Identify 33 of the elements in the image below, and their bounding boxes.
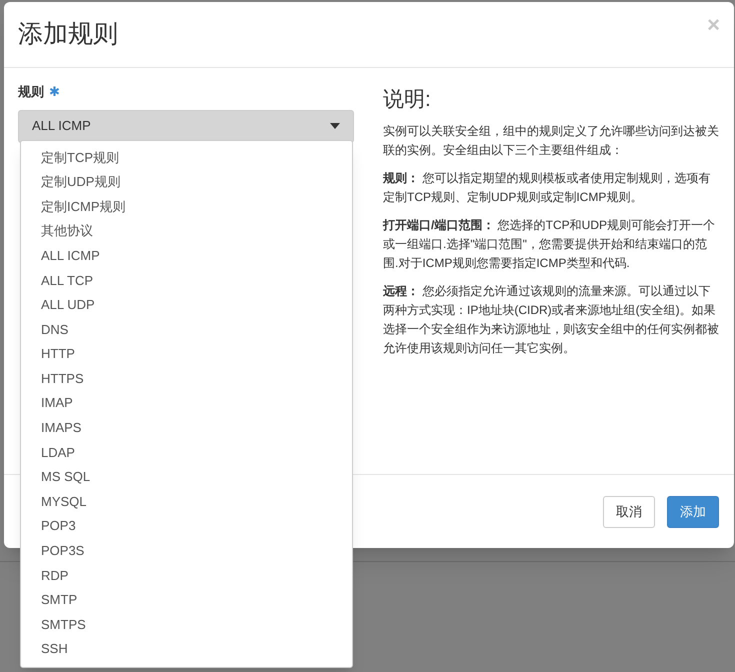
help-paragraph: 远程： 您必须指定允许通过该规则的流量来源。可以通过以下两种方式实现：IP地址块(CIDR)或者来源地址组(安全组)。如果选择一个安全组作为来访源地址，则该安全组中的任何实例都被允许使用该规则访问任一其它实例。 (383, 282, 720, 356)
menu-item[interactable]: IMAPS (21, 416, 352, 440)
required-mark: ✱ (49, 83, 60, 101)
menu-item[interactable]: MYSQL (21, 489, 352, 514)
caret-icon (330, 123, 340, 129)
dialog-title: 添加规则 (18, 18, 118, 50)
help-paragraph: 打开端口/端口范围： 您选择的TCP和UDP规则可能会打开一个或一组端口.选择"端口范围"，您需要提供开始和结束端口的范围.对于ICMP规则您需要指定ICMP类型和代码. (383, 216, 716, 272)
menu-item[interactable]: LDAP (21, 440, 352, 465)
cancel-button[interactable]: 取消 (603, 496, 655, 528)
menu-item[interactable]: SSH (21, 636, 352, 662)
menu-item[interactable]: POP3S (21, 538, 352, 564)
menu-item[interactable]: POP3 (21, 514, 352, 538)
help-paragraph: 实例可以关联安全组，组中的规则定义了允许哪些访问到达被关联的实例。安全组由以下三个主要组件组成： (383, 122, 720, 158)
menu-item[interactable]: RDP (21, 563, 352, 588)
menu-item[interactable]: ALL TCP (21, 268, 352, 293)
menu-item[interactable]: HTTPS (21, 366, 352, 391)
menu-item[interactable]: 定制ICMP规则 (21, 194, 352, 219)
menu-item[interactable]: SMTPS (21, 612, 352, 637)
menu-item[interactable]: ALL ICMP (21, 243, 352, 268)
menu-item[interactable]: SMTP (21, 588, 352, 612)
help-paragraph: 规则： 您可以指定期望的规则模板或者使用定制规则，选项有定制TCP规则、定制UDP规则或定制ICMP规则。 (383, 170, 712, 206)
menu-item[interactable]: 定制UDP规则 (21, 170, 352, 194)
menu-item[interactable]: MS SQL (21, 464, 352, 490)
menu-item[interactable]: ALL UDP (21, 292, 352, 318)
field-label: 规则 (18, 83, 44, 101)
rule-select[interactable]: ALL ICMP (18, 110, 354, 142)
menu-item[interactable]: IMAP (21, 390, 352, 416)
menu-item[interactable]: HTTP (21, 342, 352, 366)
menu-item[interactable]: 其他协议 (21, 218, 352, 244)
help-title: 说明: (383, 87, 432, 113)
menu-item[interactable]: 定制TCP规则 (21, 145, 352, 170)
menu-item[interactable]: DNS (21, 317, 352, 342)
add-button[interactable]: 添加 (667, 496, 719, 528)
